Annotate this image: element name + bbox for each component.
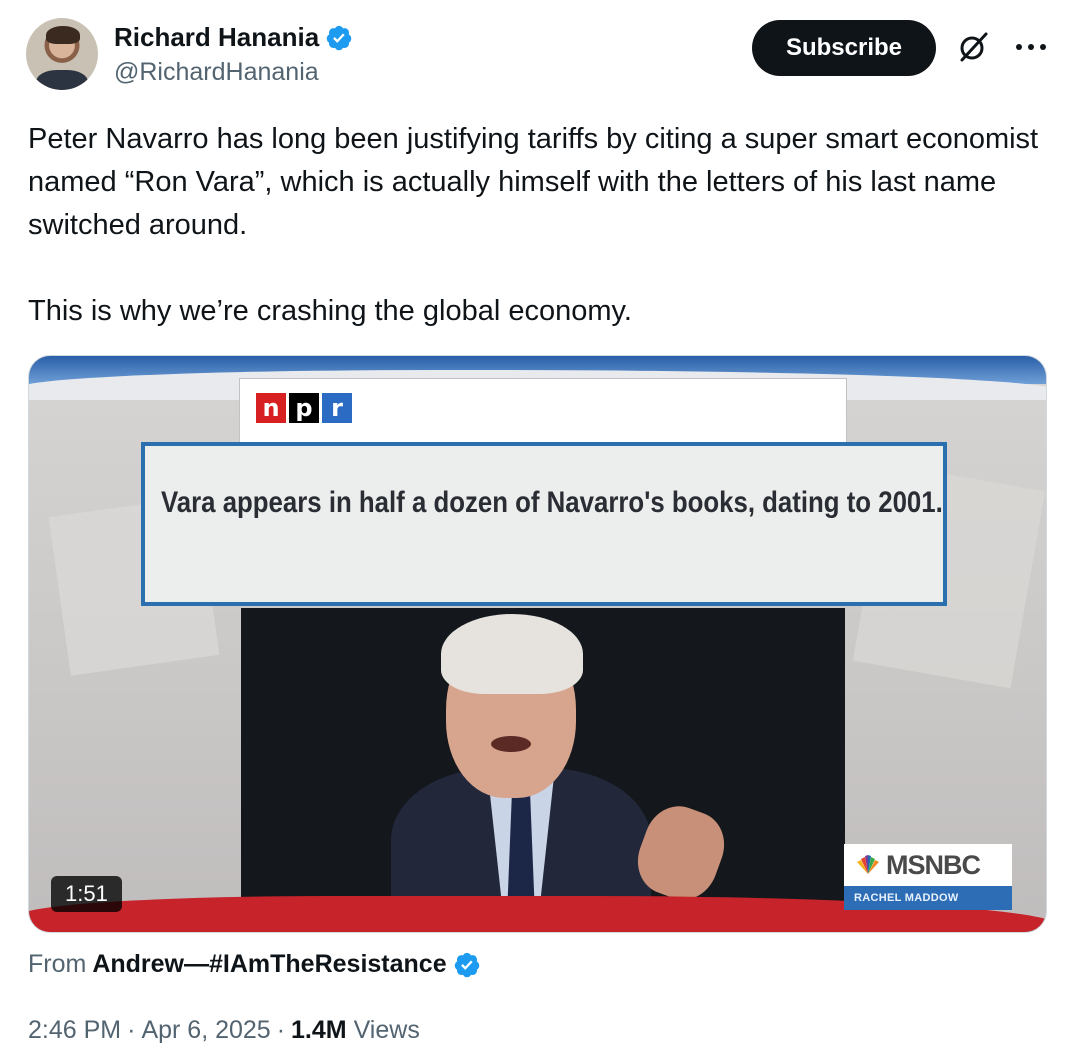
show-name: RACHEL MADDOW (844, 886, 1012, 910)
peacock-icon (857, 855, 879, 874)
views-label: Views (353, 1016, 420, 1044)
tweet-time[interactable]: 2:46 PM (28, 1016, 121, 1045)
views-count: 1.4M (291, 1016, 347, 1044)
video-player[interactable]: n p r Vara appears in half a dozen of Na… (28, 355, 1047, 933)
tweet-text: Peter Navarro has long been justifying t… (28, 123, 1039, 327)
speaker-mouth (491, 736, 531, 752)
npr-header-card: n p r (239, 378, 847, 444)
verified-badge-icon (326, 25, 352, 50)
npr-letter-r: r (322, 393, 352, 423)
source-attribution: From Andrew—#IAmTheResistance (28, 950, 481, 979)
meta-separator: · (127, 1016, 136, 1044)
subscribe-button[interactable]: Subscribe (752, 20, 936, 76)
tweet-meta: 2:46 PM · Apr 6, 2025 · 1.4M Views (28, 1016, 420, 1045)
quote-card: Vara appears in half a dozen of Navarro'… (141, 442, 947, 606)
author-name-row: Richard Hanania (114, 22, 353, 53)
speaker-hair (441, 614, 583, 694)
verified-badge-icon (454, 952, 479, 977)
source-author-link[interactable]: Andrew—#IAmTheResistance (92, 950, 446, 979)
quote-text: Vara appears in half a dozen of Navarro'… (161, 486, 943, 519)
network-logo: MSNBC RACHEL MADDOW (844, 844, 1012, 912)
npr-letter-p: p (289, 393, 319, 423)
source-prefix: From (28, 950, 87, 978)
more-options-icon[interactable] (1016, 34, 1046, 60)
video-frame (241, 608, 845, 908)
meta-separator: · (276, 1016, 286, 1044)
npr-letter-n: n (256, 393, 286, 423)
network-name: MSNBC (886, 849, 981, 880)
video-duration-badge: 1:51 (51, 876, 122, 912)
grok-icon[interactable] (956, 30, 990, 64)
npr-logo: n p r (256, 393, 352, 423)
avatar[interactable] (26, 18, 98, 90)
author-handle[interactable]: @RichardHanania (114, 58, 319, 87)
tweet-date[interactable]: Apr 6, 2025 (141, 1016, 270, 1045)
tweet-header: Richard Hanania @RichardHanania Subscrib… (26, 18, 1056, 94)
author-display-name[interactable]: Richard Hanania (114, 22, 319, 53)
